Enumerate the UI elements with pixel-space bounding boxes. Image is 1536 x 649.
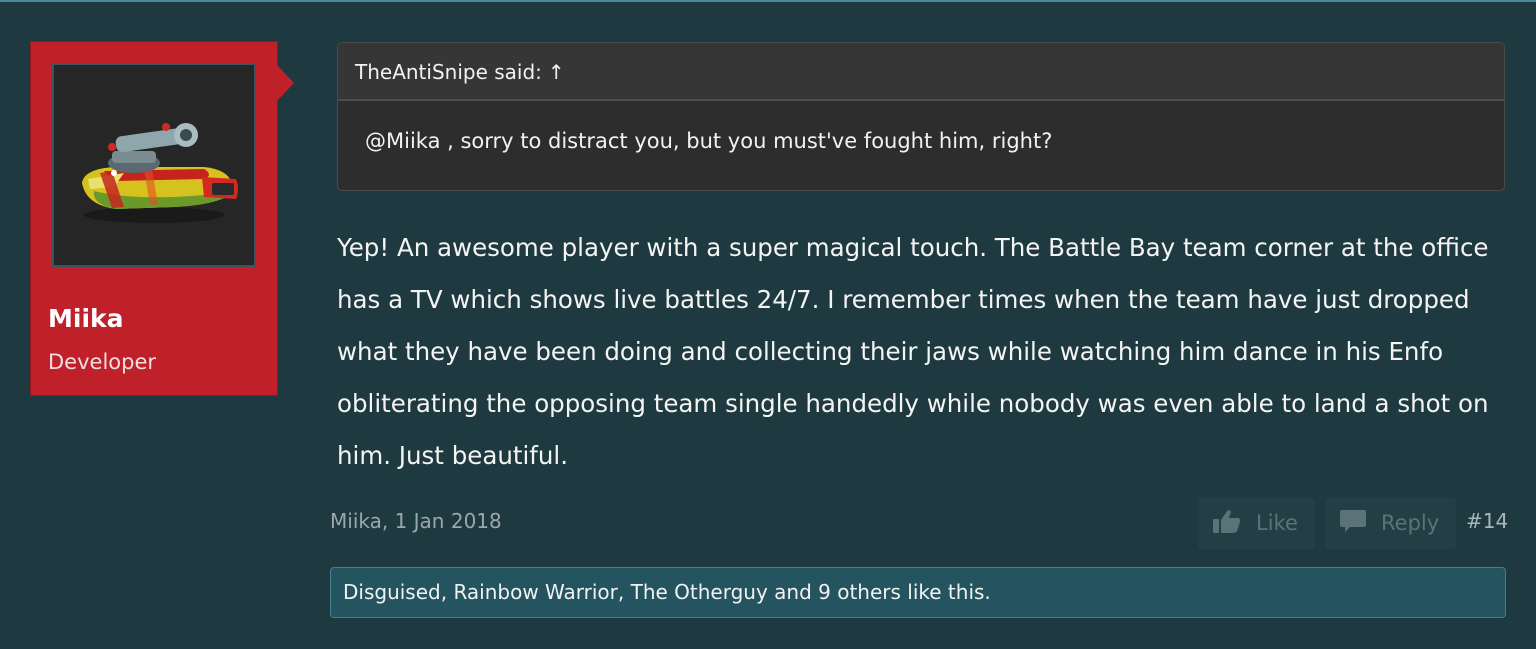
quote-author-link[interactable]: TheAntiSnipe said: [355, 60, 542, 84]
quote-text: @Miika , sorry to distract you, but you … [365, 129, 1053, 153]
reply-button[interactable]: Reply [1325, 497, 1456, 549]
quote-header: TheAntiSnipe said: ↑ [338, 43, 1504, 101]
avatar[interactable] [52, 63, 256, 267]
thumbs-up-icon [1212, 508, 1242, 539]
quote-block: TheAntiSnipe said: ↑ @Miika , sorry to di… [337, 42, 1505, 191]
post-permalink[interactable]: #14 [1466, 509, 1508, 533]
like-label: Like [1256, 511, 1298, 535]
like-button[interactable]: Like [1198, 497, 1315, 549]
likes-summary[interactable]: Disguised, Rainbow Warrior, The Otherguy… [330, 567, 1506, 618]
username[interactable]: Miika [48, 304, 124, 333]
message-text: Yep! An awesome player with a super magi… [337, 233, 1489, 470]
tank-boat-avatar-icon [82, 123, 238, 223]
jump-to-quote-icon[interactable]: ↑ [548, 60, 565, 84]
user-card: Miika Developer [31, 42, 294, 395]
top-divider [0, 0, 1536, 2]
reply-label: Reply [1381, 511, 1440, 535]
message-body: Yep! An awesome player with a super magi… [337, 222, 1507, 482]
user-card-pointer [277, 65, 294, 101]
user-title: Developer [48, 350, 157, 374]
post: Miika Developer TheAntiSnipe said: ↑ @Mii… [0, 0, 1536, 649]
post-meta[interactable]: Miika, 1 Jan 2018 [330, 509, 502, 533]
speech-bubble-icon [1339, 509, 1367, 538]
